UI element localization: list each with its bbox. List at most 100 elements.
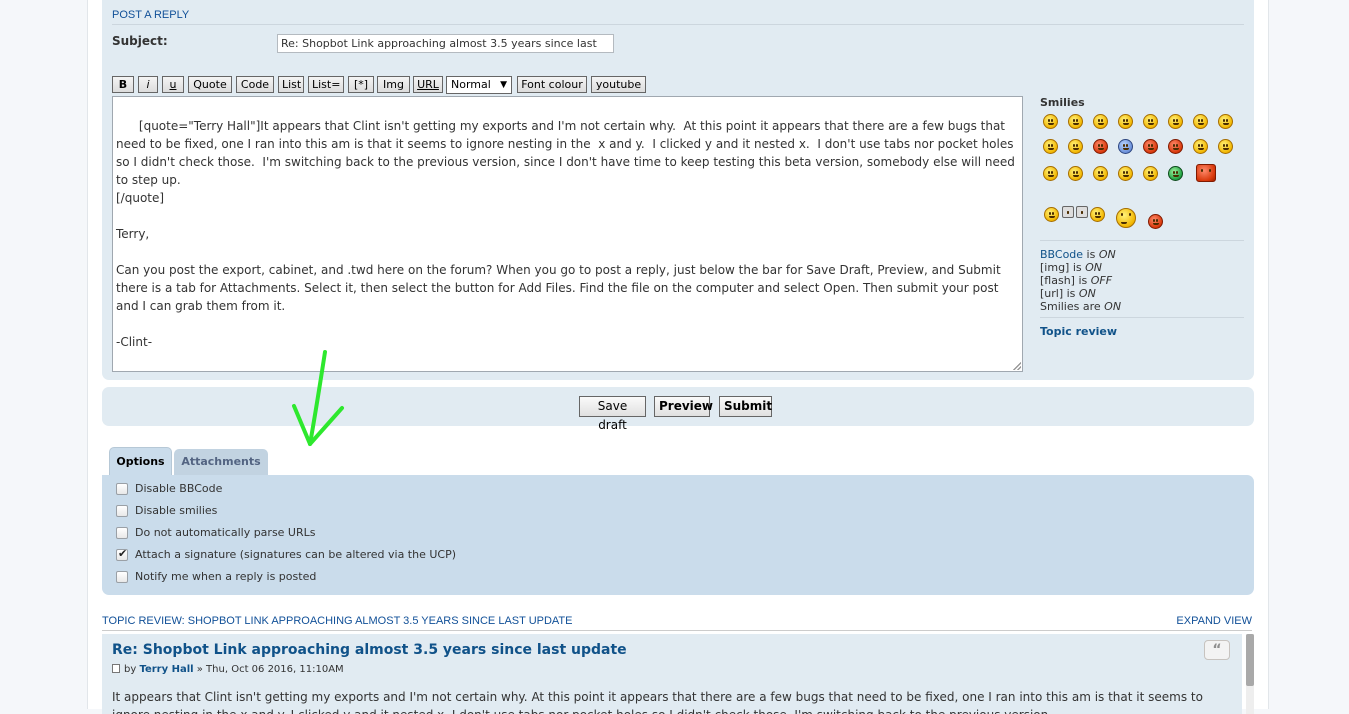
save-draft-button[interactable]: Save draft — [579, 396, 646, 432]
submit-buttons-bar: Save draft Preview Submit — [102, 387, 1254, 432]
ordered-list-button[interactable]: List= — [308, 76, 344, 93]
font-size-value: Normal — [451, 78, 491, 91]
smiley-embarrassed-icon[interactable] — [1093, 139, 1108, 154]
smilies-status: Smilies are ON — [1040, 300, 1121, 313]
expand-view-link[interactable]: EXPAND VIEW — [1176, 615, 1252, 627]
smiley-very-happy-icon[interactable] — [1043, 114, 1058, 129]
url-status-label: [url] is — [1040, 287, 1079, 300]
post-by: by — [124, 664, 140, 675]
list-item-button[interactable]: [*] — [348, 76, 374, 93]
smiley-sad-icon[interactable] — [1118, 114, 1133, 129]
post-reply-panel: POST A REPLY Subject: Re: Shopbot Link a… — [102, 0, 1254, 380]
img-status: [img] is ON — [1040, 261, 1102, 274]
smiley-geek-icon[interactable] — [1196, 164, 1216, 182]
subject-label: Subject: — [112, 34, 168, 48]
smilies-status-label: Smilies are — [1040, 300, 1105, 313]
option-label: Disable smilies — [135, 504, 218, 517]
quote-icon[interactable]: “ — [1204, 640, 1230, 660]
url-status: [url] is ON — [1040, 287, 1096, 300]
smiley-rolling-eyes-icon[interactable] — [1193, 139, 1208, 154]
post-title-link[interactable]: Re: Shopbot Link approaching almost 3.5 … — [112, 642, 627, 658]
smilies-heading: Smilies — [1040, 96, 1085, 109]
tab-attachments[interactable]: Attachments — [174, 449, 268, 475]
youtube-button[interactable]: youtube — [591, 76, 646, 93]
divider — [1040, 317, 1244, 318]
submit-button[interactable]: Submit — [719, 396, 772, 417]
smiley-question-icon[interactable] — [1068, 166, 1083, 181]
smiley-arrow-icon[interactable] — [1118, 166, 1133, 181]
options-panel: Disable BBCode Disable smilies Do not au… — [102, 475, 1254, 595]
post-body: It appears that Clint isn't getting my e… — [112, 690, 1203, 714]
list-button[interactable]: List — [278, 76, 304, 93]
smiley-beer-2-icon[interactable] — [1076, 206, 1088, 218]
smiley-cool-icon[interactable] — [1193, 114, 1208, 129]
bbcode-link[interactable]: BBCode — [1040, 248, 1083, 261]
review-scrollbar[interactable] — [1246, 634, 1254, 714]
smiley-mr-green-icon[interactable] — [1168, 166, 1183, 181]
option-label: Disable BBCode — [135, 482, 223, 495]
page-container: POST A REPLY Subject: Re: Shopbot Link a… — [87, 0, 1269, 714]
flash-status-label: [flash] is — [1040, 274, 1091, 287]
smiley-shocked-icon[interactable] — [1168, 114, 1183, 129]
smiley-idea-icon[interactable] — [1093, 166, 1108, 181]
option-label: Attach a signature (signatures can be al… — [135, 548, 457, 561]
code-button[interactable]: Code — [236, 76, 274, 93]
smiley-beer-icon[interactable] — [1062, 206, 1074, 218]
font-size-select[interactable]: Normal ▼ — [446, 76, 512, 94]
divider — [112, 24, 1244, 25]
message-textarea[interactable]: [quote="Terry Hall"]It appears that Clin… — [112, 96, 1023, 372]
divider — [102, 630, 1252, 631]
checkbox[interactable] — [116, 527, 128, 539]
topic-review-title: TOPIC REVIEW: SHOPBOT LINK APPROACHING A… — [102, 615, 573, 627]
topic-review-link[interactable]: Topic review — [1040, 325, 1117, 338]
option-label: Notify me when a reply is posted — [135, 570, 317, 583]
checkbox[interactable] — [116, 571, 128, 583]
scrollbar-thumb[interactable] — [1246, 634, 1254, 686]
smiley-razz-icon[interactable] — [1068, 139, 1083, 154]
smiley-cheers-icon[interactable] — [1044, 207, 1059, 222]
underline-button[interactable]: u — [162, 76, 184, 93]
option-label: Do not automatically parse URLs — [135, 526, 316, 539]
checkbox[interactable] — [116, 505, 128, 517]
post-date: » Thu, Oct 06 2016, 11:10AM — [193, 664, 344, 675]
post-author-link[interactable]: Terry Hall — [139, 664, 193, 675]
post-meta: by Terry Hall » Thu, Oct 06 2016, 11:10A… — [112, 664, 344, 675]
url-state: ON — [1078, 287, 1096, 300]
message-content: [quote="Terry Hall"]It appears that Clin… — [116, 119, 1015, 349]
smiley-wink-2-icon[interactable] — [1218, 139, 1233, 154]
smiley-twisted-evil-icon[interactable] — [1168, 139, 1183, 154]
smiley-exclaim-icon[interactable] — [1043, 166, 1058, 181]
flash-state: OFF — [1090, 274, 1113, 287]
tab-options[interactable]: Options — [109, 447, 172, 475]
img-button[interactable]: Img — [377, 76, 410, 93]
checkbox[interactable] — [116, 483, 128, 495]
bold-button[interactable]: B — [112, 76, 134, 93]
smiley-jester-icon[interactable] — [1116, 208, 1136, 228]
bbcode-status: BBCode is ON — [1040, 248, 1116, 261]
img-state: ON — [1085, 261, 1103, 274]
smilies-state: ON — [1104, 300, 1122, 313]
smiley-neutral-icon[interactable] — [1143, 166, 1158, 181]
panel-title: POST A REPLY — [112, 9, 190, 21]
smiley-mad-icon[interactable] — [1043, 139, 1058, 154]
url-button[interactable]: URL — [413, 76, 443, 93]
smiley-laughing-icon[interactable] — [1218, 114, 1233, 129]
smiley-cheers-2-icon[interactable] — [1090, 207, 1105, 222]
flash-status: [flash] is OFF — [1040, 274, 1112, 287]
img-status-label: [img] is — [1040, 261, 1086, 274]
italic-button[interactable]: i — [138, 76, 158, 93]
chevron-down-icon: ▼ — [500, 80, 507, 90]
preview-button[interactable]: Preview — [654, 396, 713, 417]
subject-input[interactable]: Re: Shopbot Link approaching almost 3.5 … — [277, 34, 614, 53]
checkbox-checked[interactable]: ✔ — [116, 547, 128, 561]
smiley-angry-icon[interactable] — [1148, 214, 1163, 229]
bbcode-is-text: is — [1083, 248, 1099, 261]
quote-button[interactable]: Quote — [188, 76, 232, 93]
smiley-smile-icon[interactable] — [1068, 114, 1083, 129]
smiley-wink-icon[interactable] — [1093, 114, 1108, 129]
smiley-surprised-icon[interactable] — [1143, 114, 1158, 129]
font-colour-button[interactable]: Font colour — [517, 76, 587, 93]
smiley-crying-icon[interactable] — [1118, 139, 1133, 154]
resize-handle-icon[interactable] — [1013, 362, 1021, 370]
smiley-evil-icon[interactable] — [1143, 139, 1158, 154]
